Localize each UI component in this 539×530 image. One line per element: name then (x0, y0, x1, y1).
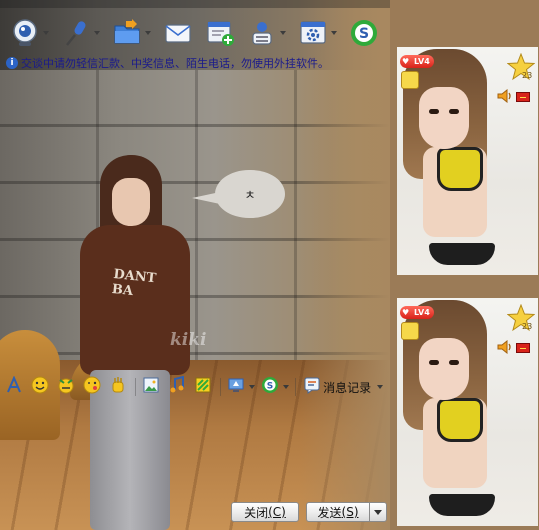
send-file-button[interactable] (110, 16, 153, 50)
emoji-button[interactable] (30, 376, 49, 398)
chat-toolbar: S (0, 14, 380, 52)
gear-window-icon (298, 18, 328, 48)
avatar-eye (429, 360, 439, 365)
avatar-face (419, 87, 469, 149)
payment-small-button[interactable]: S (261, 377, 280, 397)
svg-text:S: S (267, 382, 273, 392)
star-count: 23 (522, 322, 533, 331)
chevron-down-icon[interactable] (283, 385, 289, 389)
separator (219, 378, 221, 396)
chevron-down-icon[interactable] (248, 385, 255, 389)
font-button[interactable] (4, 375, 23, 398)
separator (295, 378, 296, 396)
avatar-eye (449, 109, 459, 114)
s-coin-icon: S (261, 376, 279, 398)
send-button[interactable]: 发送 (S) (306, 502, 370, 522)
notice-text: 交谈中请勿轻信汇款、中奖信息、陌生电话，勿使用外挂软件。 (21, 57, 329, 70)
level-text: LV4 (414, 57, 430, 66)
send-label: 发送 (317, 505, 342, 520)
title-bar-remnant (0, 0, 390, 8)
separator (134, 378, 136, 396)
message-input[interactable] (0, 400, 390, 495)
format-toolbar: S 消息记录 (4, 375, 389, 399)
shirt-print: DANT BA (111, 266, 157, 300)
level-text: LV4 (414, 308, 430, 317)
avatar-top (437, 398, 483, 442)
close-button[interactable]: 关闭 (C) (231, 502, 299, 522)
my-show-image[interactable]: ♥ LV4 23 (397, 298, 538, 526)
level-badge: ♥ LV4 (400, 55, 434, 68)
avatar-face (419, 338, 469, 400)
image-icon (142, 376, 160, 398)
folder-icon (112, 18, 142, 48)
remote-assist-button[interactable] (245, 16, 288, 50)
scrawl-button[interactable] (194, 377, 213, 397)
envelope-icon (163, 18, 193, 48)
security-notice: i 交谈中请勿轻信汇款、中奖信息、陌生电话，勿使用外挂软件。 (6, 55, 329, 71)
wink-button[interactable] (82, 376, 101, 398)
voice-chat-button[interactable] (59, 16, 102, 50)
chat-history-icon (303, 376, 321, 398)
message-history-link[interactable]: 消息记录 (323, 379, 371, 396)
create-group-button[interactable] (203, 16, 237, 50)
smiley-icon (31, 376, 49, 398)
music-button[interactable] (168, 375, 187, 398)
payment-button[interactable]: S (347, 16, 381, 50)
avatar-eye (429, 109, 439, 114)
chevron-down-icon[interactable] (94, 31, 100, 35)
shake-button[interactable] (108, 377, 127, 397)
send-message-button[interactable] (161, 16, 195, 50)
history-icon-button[interactable] (302, 377, 321, 397)
palette-icon (194, 376, 212, 398)
wink-icon (83, 376, 101, 398)
animated-emoji-button[interactable] (56, 377, 75, 397)
bubble-text: ㅊ (244, 188, 256, 202)
person-face (112, 178, 150, 226)
screenshot-button[interactable] (142, 377, 161, 397)
photo-watermark: kiki (170, 330, 207, 350)
monitor-icon (227, 376, 245, 398)
hand-icon (109, 376, 127, 398)
chevron-down-icon[interactable] (43, 31, 49, 35)
send-shortcut: (S) (341, 505, 359, 519)
level-badge: ♥ LV4 (400, 306, 434, 319)
avatar-bottom (429, 243, 495, 265)
send-options-button[interactable] (369, 502, 387, 522)
screen-capture-button[interactable] (227, 377, 246, 397)
chevron-down-icon[interactable] (377, 385, 384, 389)
close-shortcut: (C) (268, 505, 286, 519)
chevron-down-icon[interactable] (145, 31, 151, 35)
close-label: 关闭 (244, 505, 269, 520)
star-count: 23 (522, 71, 533, 80)
webcam-icon (10, 18, 40, 48)
heart-icon: ♥ (402, 308, 410, 317)
chevron-down-icon (374, 509, 382, 515)
chevron-down-icon[interactable] (280, 31, 286, 35)
avatar-top (437, 147, 483, 191)
heart-icon: ♥ (402, 57, 410, 66)
chevron-down-icon[interactable] (331, 31, 337, 35)
avatar-eye (449, 360, 459, 365)
video-chat-button[interactable] (8, 16, 51, 50)
s-coin-icon: S (349, 18, 379, 48)
pet-icon[interactable] (401, 71, 419, 89)
speaker-icon[interactable] (497, 89, 513, 103)
add-contact-icon (205, 18, 235, 48)
avatar-bottom (429, 494, 495, 516)
flag-icon (516, 92, 530, 102)
info-shield-icon: i (6, 57, 18, 69)
grin-icon (57, 376, 75, 398)
remote-user-icon (247, 18, 277, 48)
microphone-icon (61, 18, 91, 48)
speaker-icon[interactable] (497, 340, 513, 354)
music-note-icon (168, 375, 186, 398)
font-icon (5, 375, 23, 398)
pet-icon[interactable] (401, 322, 419, 340)
apps-button[interactable] (296, 16, 339, 50)
flag-icon (516, 343, 530, 353)
contact-show-image[interactable]: ♥ LV4 23 (397, 47, 538, 275)
svg-text:S: S (359, 26, 369, 42)
